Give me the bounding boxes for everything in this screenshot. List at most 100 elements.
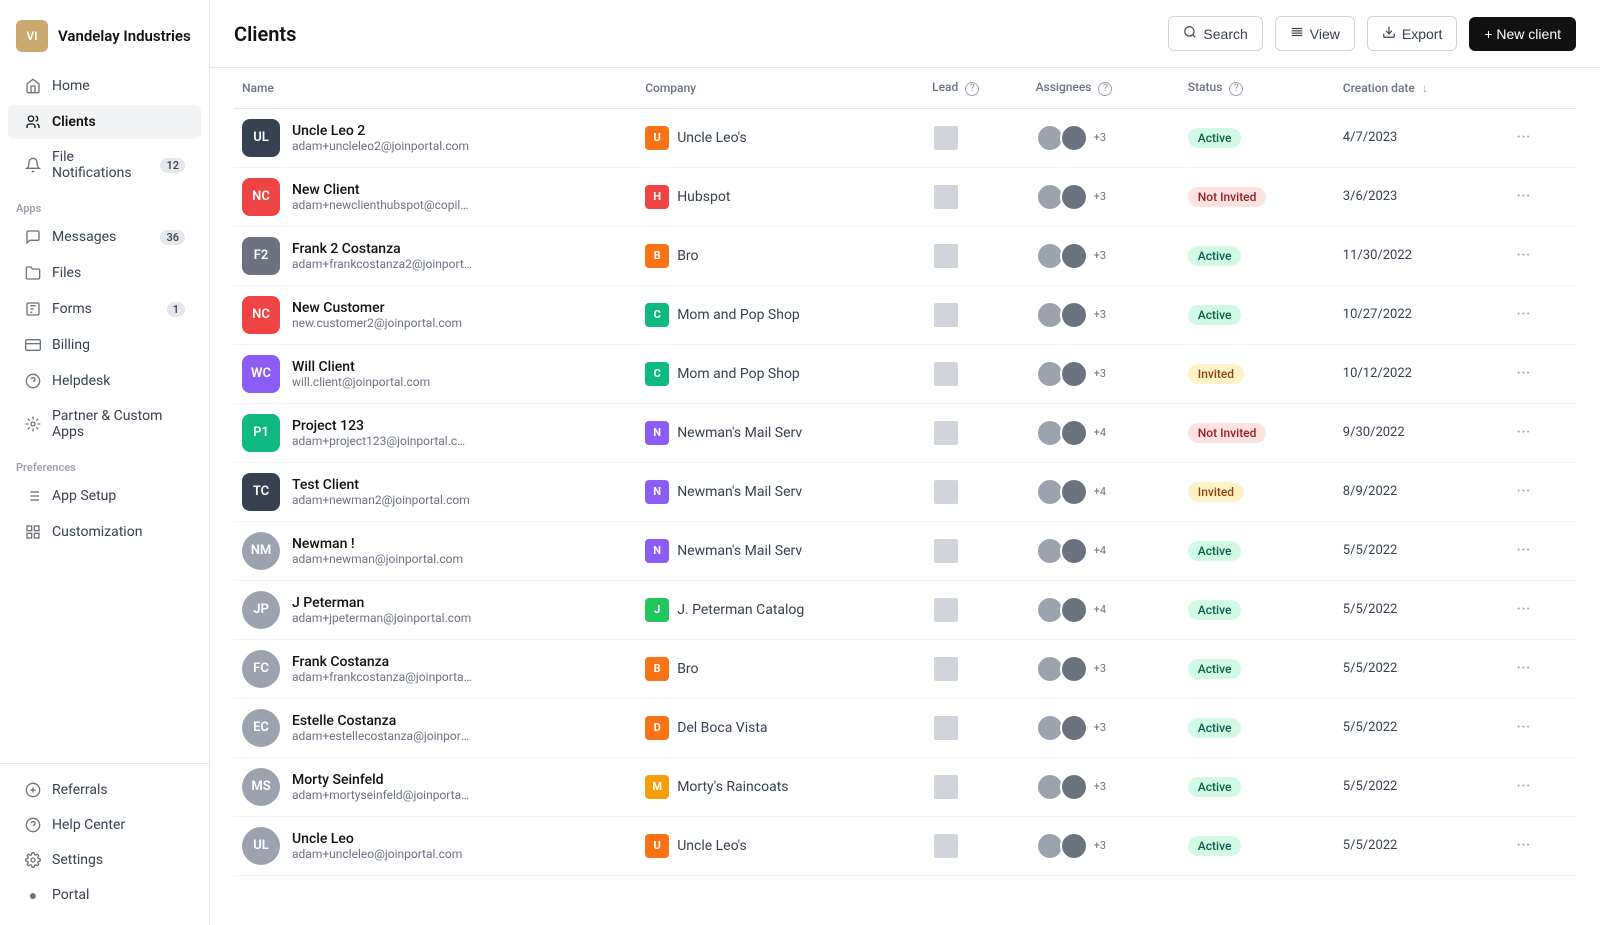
billing-icon: [24, 336, 42, 354]
org-logo[interactable]: VI Vandelay Industries: [0, 12, 209, 68]
assignees-cell: +3: [1028, 639, 1180, 698]
assignees-cell: +3: [1028, 757, 1180, 816]
more-options-button[interactable]: ···: [1508, 359, 1538, 388]
table-row[interactable]: UL Uncle Leo 2 adam+uncleleo2@joinportal…: [234, 108, 1576, 167]
table-row[interactable]: EC Estelle Costanza adam+estellecostanza…: [234, 698, 1576, 757]
lead-cell: [924, 639, 1027, 698]
company-cell: H Hubspot: [637, 167, 924, 226]
table-row[interactable]: JP J Peterman adam+jpeterman@joinportal.…: [234, 580, 1576, 639]
lead-avatar: [932, 124, 960, 152]
export-label: Export: [1402, 26, 1442, 42]
company-name: Mom and Pop Shop: [677, 307, 800, 323]
sidebar-item-helpdesk[interactable]: Helpdesk: [8, 364, 201, 398]
company-cell: C Mom and Pop Shop: [637, 344, 924, 403]
sidebar-item-app-setup-label: App Setup: [52, 488, 116, 504]
sidebar-item-referrals-label: Referrals: [52, 782, 108, 798]
client-cell: P1 Project 123 adam+project123@joinporta…: [234, 403, 637, 462]
company-name: Uncle Leo's: [677, 130, 747, 146]
company-icon: N: [645, 421, 669, 445]
more-options-button[interactable]: ···: [1508, 418, 1538, 447]
lead-avatar: [932, 242, 960, 270]
company-cell: U Uncle Leo's: [637, 108, 924, 167]
sidebar-item-file-notifications[interactable]: File Notifications 12: [8, 141, 201, 189]
sidebar-item-partner-apps-label: Partner & Custom Apps: [52, 408, 185, 440]
more-options-button[interactable]: ···: [1508, 595, 1538, 624]
assignees-cell: +3: [1028, 226, 1180, 285]
more-options-button[interactable]: ···: [1508, 123, 1538, 152]
messages-icon: [24, 228, 42, 246]
sidebar-item-messages[interactable]: Messages 36: [8, 220, 201, 254]
assignees-cell: +3: [1028, 816, 1180, 875]
sidebar-item-portal[interactable]: ● Portal: [8, 878, 201, 912]
more-options-button[interactable]: ···: [1508, 300, 1538, 329]
more-options-button[interactable]: ···: [1508, 772, 1538, 801]
table-row[interactable]: NC New Customer new.customer2@joinportal…: [234, 285, 1576, 344]
client-email: adam+mortyseinfeld@joinportal.com: [292, 788, 472, 802]
assignees-more-count: +4: [1094, 603, 1106, 616]
sidebar-item-files[interactable]: Files: [8, 256, 201, 290]
home-icon: [24, 77, 42, 95]
view-button[interactable]: View: [1275, 16, 1355, 51]
assignee-avatar-2: [1060, 124, 1088, 152]
more-options-button[interactable]: ···: [1508, 713, 1538, 742]
sidebar-item-app-setup[interactable]: App Setup: [8, 479, 201, 513]
assignee-avatar-2: [1060, 596, 1088, 624]
status-badge: Active: [1188, 718, 1242, 738]
assignee-avatar-2: [1060, 832, 1088, 860]
sidebar-item-billing-label: Billing: [52, 337, 90, 353]
table-row[interactable]: UL Uncle Leo adam+uncleleo@joinportal.co…: [234, 816, 1576, 875]
client-name: Morty Seinfeld: [292, 772, 472, 788]
sidebar-item-home[interactable]: Home: [8, 69, 201, 103]
sidebar-item-clients[interactable]: Clients: [8, 105, 201, 139]
new-client-button[interactable]: + New client: [1469, 17, 1576, 51]
actions-cell: ···: [1500, 344, 1576, 403]
col-creation-date: Creation date ↓: [1335, 68, 1501, 108]
export-button[interactable]: Export: [1367, 16, 1457, 51]
sidebar-item-forms[interactable]: Forms 1: [8, 292, 201, 326]
sidebar-item-settings[interactable]: Settings: [8, 843, 201, 877]
table-row[interactable]: FC Frank Costanza adam+frankcostanza@joi…: [234, 639, 1576, 698]
table-row[interactable]: P1 Project 123 adam+project123@joinporta…: [234, 403, 1576, 462]
status-badge: Active: [1188, 128, 1242, 148]
table-row[interactable]: NC New Client adam+newclienthubspot@copi…: [234, 167, 1576, 226]
company-icon: J: [645, 598, 669, 622]
file-notifications-badge: 12: [160, 158, 185, 173]
client-email: new.customer2@joinportal.com: [292, 316, 462, 330]
sidebar-item-help-center[interactable]: Help Center: [8, 808, 201, 842]
status-badge: Active: [1188, 305, 1242, 325]
company-name: Newman's Mail Serv: [677, 425, 802, 441]
status-cell: Invited: [1180, 344, 1335, 403]
bell-icon: [24, 156, 42, 174]
company-name: Del Boca Vista: [677, 720, 767, 736]
actions-cell: ···: [1500, 816, 1576, 875]
more-options-button[interactable]: ···: [1508, 536, 1538, 565]
actions-cell: ···: [1500, 639, 1576, 698]
company-cell: M Morty's Raincoats: [637, 757, 924, 816]
client-name: Uncle Leo 2: [292, 123, 469, 139]
preferences-section-label: Preferences: [0, 449, 209, 478]
date-cell: 5/5/2022: [1335, 698, 1501, 757]
sidebar-item-referrals[interactable]: Referrals: [8, 773, 201, 807]
more-options-button[interactable]: ···: [1508, 654, 1538, 683]
table-row[interactable]: F2 Frank 2 Costanza adam+frankcostanza2@…: [234, 226, 1576, 285]
assignees-more-count: +4: [1094, 544, 1106, 557]
more-options-button[interactable]: ···: [1508, 477, 1538, 506]
more-options-button[interactable]: ···: [1508, 831, 1538, 860]
status-cell: Active: [1180, 580, 1335, 639]
company-icon: M: [645, 775, 669, 799]
company-name: J. Peterman Catalog: [677, 602, 804, 618]
assignee-avatar-2: [1060, 478, 1088, 506]
table-row[interactable]: TC Test Client adam+newman2@joinportal.c…: [234, 462, 1576, 521]
table-row[interactable]: NM Newman ! adam+newman@joinportal.com N…: [234, 521, 1576, 580]
col-name: Name: [234, 68, 637, 108]
lead-avatar: [932, 655, 960, 683]
search-button[interactable]: Search: [1168, 16, 1262, 51]
sidebar-item-customization[interactable]: Customization: [8, 515, 201, 549]
table-row[interactable]: WC Will Client will.client@joinportal.co…: [234, 344, 1576, 403]
sidebar-item-partner-apps[interactable]: Partner & Custom Apps: [8, 400, 201, 448]
more-options-button[interactable]: ···: [1508, 182, 1538, 211]
lead-avatar: [932, 773, 960, 801]
table-row[interactable]: MS Morty Seinfeld adam+mortyseinfeld@joi…: [234, 757, 1576, 816]
sidebar-item-billing[interactable]: Billing: [8, 328, 201, 362]
more-options-button[interactable]: ···: [1508, 241, 1538, 270]
